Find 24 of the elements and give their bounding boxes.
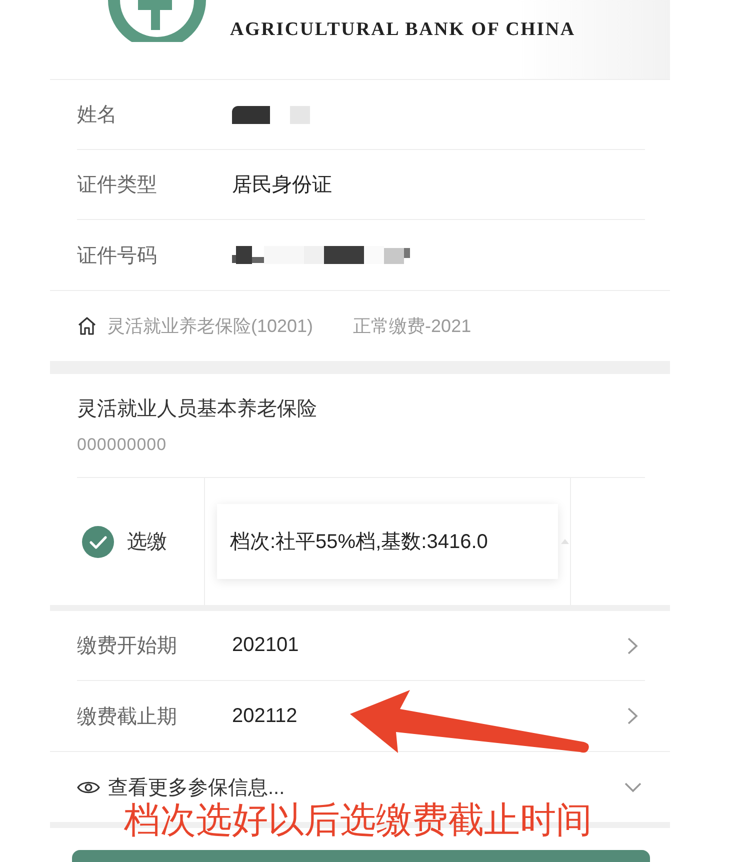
view-more-link[interactable]: 查看更多参保信息... — [108, 774, 285, 800]
annotation-text: 档次选好以后选缴费截止时间 — [124, 800, 592, 840]
bank-name: AGRICULTURAL BANK OF CHINA — [230, 18, 576, 42]
field-label: 缴费截止期 — [77, 704, 178, 730]
option-label: 选缴 — [127, 530, 167, 555]
field-label: 缴费开始期 — [77, 634, 178, 659]
plan-name: 灵活就业养老保险(10201) — [107, 315, 314, 338]
insurance-code: 000000000 — [77, 434, 168, 456]
chevron-right-icon — [627, 636, 638, 654]
eye-icon — [77, 780, 100, 794]
check-circle-icon[interactable] — [82, 526, 114, 558]
home-icon — [77, 316, 97, 336]
chevron-down-icon[interactable] — [624, 782, 642, 792]
field-label: 证件类型 — [77, 173, 158, 198]
payment-type: 正常缴费-2021 — [353, 315, 472, 338]
chevron-right-icon — [627, 707, 638, 725]
grade-dropdown[interactable]: 档次:社平55%档,基数:3416.0 — [217, 504, 558, 579]
field-label: 姓名 — [77, 103, 118, 128]
bank-logo-icon — [107, 0, 207, 42]
period-value[interactable]: 202112 — [232, 704, 298, 728]
field-value: 居民身份证 — [232, 173, 332, 198]
period-value[interactable]: 202101 — [232, 634, 299, 657]
insurance-title: 灵活就业人员基本养老保险 — [77, 397, 318, 422]
field-label: 证件号码 — [77, 244, 158, 268]
